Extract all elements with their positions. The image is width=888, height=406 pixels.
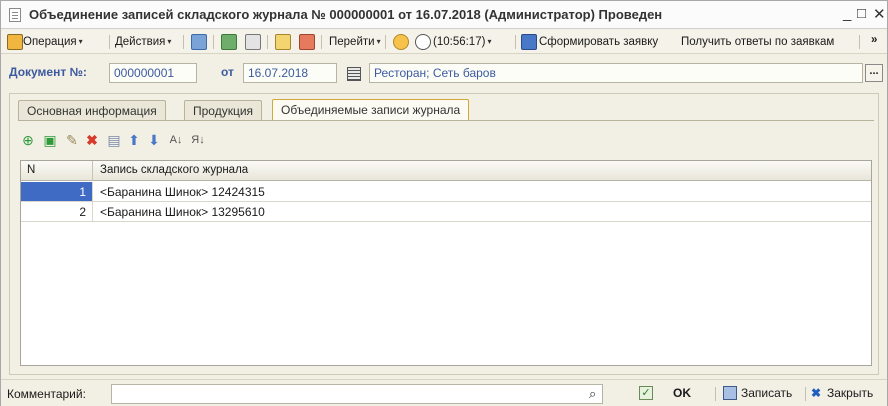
- comment-label: Комментарий:: [7, 387, 86, 401]
- toolbar-separator: [213, 35, 214, 49]
- toolbar-separator: [183, 35, 184, 49]
- copy-icon[interactable]: ▣: [42, 132, 58, 148]
- toolbar-separator: [109, 35, 110, 49]
- window-title: Объединение записей складского журнала №…: [29, 7, 663, 22]
- document-window: Объединение записей складского журнала №…: [0, 0, 888, 406]
- goto-menu[interactable]: Перейти ▾: [329, 34, 381, 50]
- tab-panel: Основная информация Продукция Объединяем…: [9, 93, 879, 375]
- comment-field[interactable]: [111, 384, 603, 404]
- refresh-icon[interactable]: [221, 34, 237, 50]
- chevron-down-icon: ▾: [167, 37, 172, 46]
- toolbar-separator: [715, 387, 716, 401]
- print-icon[interactable]: [245, 34, 261, 50]
- toolbar-separator: [321, 35, 322, 49]
- document-icon: [9, 8, 21, 22]
- movements-icon[interactable]: [275, 34, 291, 50]
- edit-icon[interactable]: ✎: [64, 132, 80, 148]
- sort-desc-icon[interactable]: Я↓: [190, 132, 206, 148]
- add-icon[interactable]: ⊕: [20, 132, 36, 148]
- close-window-button[interactable]: ✕: [873, 5, 886, 23]
- close-button[interactable]: Закрыть: [827, 386, 873, 400]
- toolbar-separator: [267, 35, 268, 49]
- help-icon[interactable]: [393, 34, 409, 50]
- clock-icon: [415, 34, 431, 50]
- chevron-down-icon: ▾: [376, 37, 381, 46]
- tab-main-info[interactable]: Основная информация: [18, 100, 166, 120]
- table-header: N Запись складского журнала: [21, 161, 871, 181]
- operation-icon: [7, 34, 23, 50]
- document-number-label: Документ №:: [9, 65, 87, 79]
- row-number-cell[interactable]: 2: [21, 202, 93, 221]
- sort-asc-icon[interactable]: A↓: [168, 132, 184, 148]
- grid-toolbar: ⊕ ▣ ✎ ✖ ▤ ⬆ ⬇ A↓ Я↓: [20, 132, 320, 150]
- actions-label: Действия: [115, 36, 166, 48]
- title-bar: Объединение записей складского журнала №…: [1, 1, 887, 29]
- move-up-icon[interactable]: ⬆: [126, 132, 142, 148]
- warehouse-field[interactable]: Ресторан; Сеть баров: [369, 63, 863, 83]
- search-icon[interactable]: ⌕: [589, 386, 605, 402]
- record-cell[interactable]: <Баранина Шинок> 13295610: [94, 202, 271, 221]
- journal-records-table: N Запись складского журнала 1 <Баранина …: [20, 160, 872, 366]
- table-row[interactable]: 1 <Баранина Шинок> 12424315: [21, 182, 871, 202]
- column-header-n[interactable]: N: [21, 161, 93, 181]
- bottom-bar: Комментарий: ⌕ ✓ OK Записать ✖ Закрыть: [1, 379, 887, 406]
- toolbar-separator: [515, 35, 516, 49]
- calendar-icon[interactable]: [347, 67, 361, 81]
- time-label: (10:56:17): [433, 36, 486, 48]
- actions-menu[interactable]: Действия ▾: [115, 34, 171, 50]
- main-toolbar: Операция ▾ Действия ▾ Перейти ▾ (10:56:17) ▾…: [1, 30, 887, 54]
- ok-button[interactable]: OK: [673, 386, 691, 400]
- column-header-record[interactable]: Запись складского журнала: [94, 161, 254, 181]
- checkmark-icon: ✓: [639, 386, 653, 400]
- toolbar-separator: [385, 35, 386, 49]
- operation-menu[interactable]: Операция ▾: [23, 34, 83, 50]
- delete-icon[interactable]: ✖: [84, 132, 100, 148]
- move-down-icon[interactable]: ⬇: [146, 132, 162, 148]
- close-icon: ✖: [811, 386, 822, 400]
- date-field[interactable]: 16.07.2018: [243, 63, 337, 83]
- time-menu[interactable]: (10:56:17) ▾: [433, 34, 491, 50]
- date-label: от: [221, 65, 234, 79]
- maximize-button[interactable]: □: [857, 5, 866, 22]
- row-number-cell[interactable]: 1: [21, 182, 93, 201]
- goto-label: Перейти: [329, 36, 375, 48]
- form-request-button[interactable]: Сформировать заявку: [539, 34, 658, 50]
- based-on-icon[interactable]: [299, 34, 315, 50]
- minimize-button[interactable]: _: [843, 5, 851, 22]
- chevron-down-icon: ▾: [78, 37, 83, 46]
- save-button[interactable]: Записать: [741, 386, 792, 400]
- table-row[interactable]: 2 <Баранина Шинок> 13295610: [21, 202, 871, 222]
- toolbar-separator: [805, 387, 806, 401]
- save-icon: [723, 386, 737, 400]
- operation-label: Операция: [23, 36, 77, 48]
- toolbar-separator: [859, 35, 860, 49]
- record-cell[interactable]: <Баранина Шинок> 12424315: [94, 182, 271, 201]
- structure-icon[interactable]: [191, 34, 207, 50]
- select-warehouse-button[interactable]: ...: [865, 64, 883, 82]
- tab-products[interactable]: Продукция: [184, 100, 263, 120]
- get-answers-button[interactable]: Получить ответы по заявкам: [681, 34, 834, 50]
- tab-underline: [18, 120, 874, 121]
- document-header-row: Документ №: 000000001 от 16.07.2018 Рест…: [1, 55, 887, 91]
- save-row-icon[interactable]: ▤: [106, 132, 122, 148]
- chevron-down-icon: ▾: [487, 37, 492, 46]
- toolbar-more-button[interactable]: »: [871, 32, 877, 48]
- form-request-icon: [521, 34, 537, 50]
- document-number-field[interactable]: 000000001: [109, 63, 197, 83]
- tab-journal-records[interactable]: Объединяемые записи журнала: [272, 99, 470, 121]
